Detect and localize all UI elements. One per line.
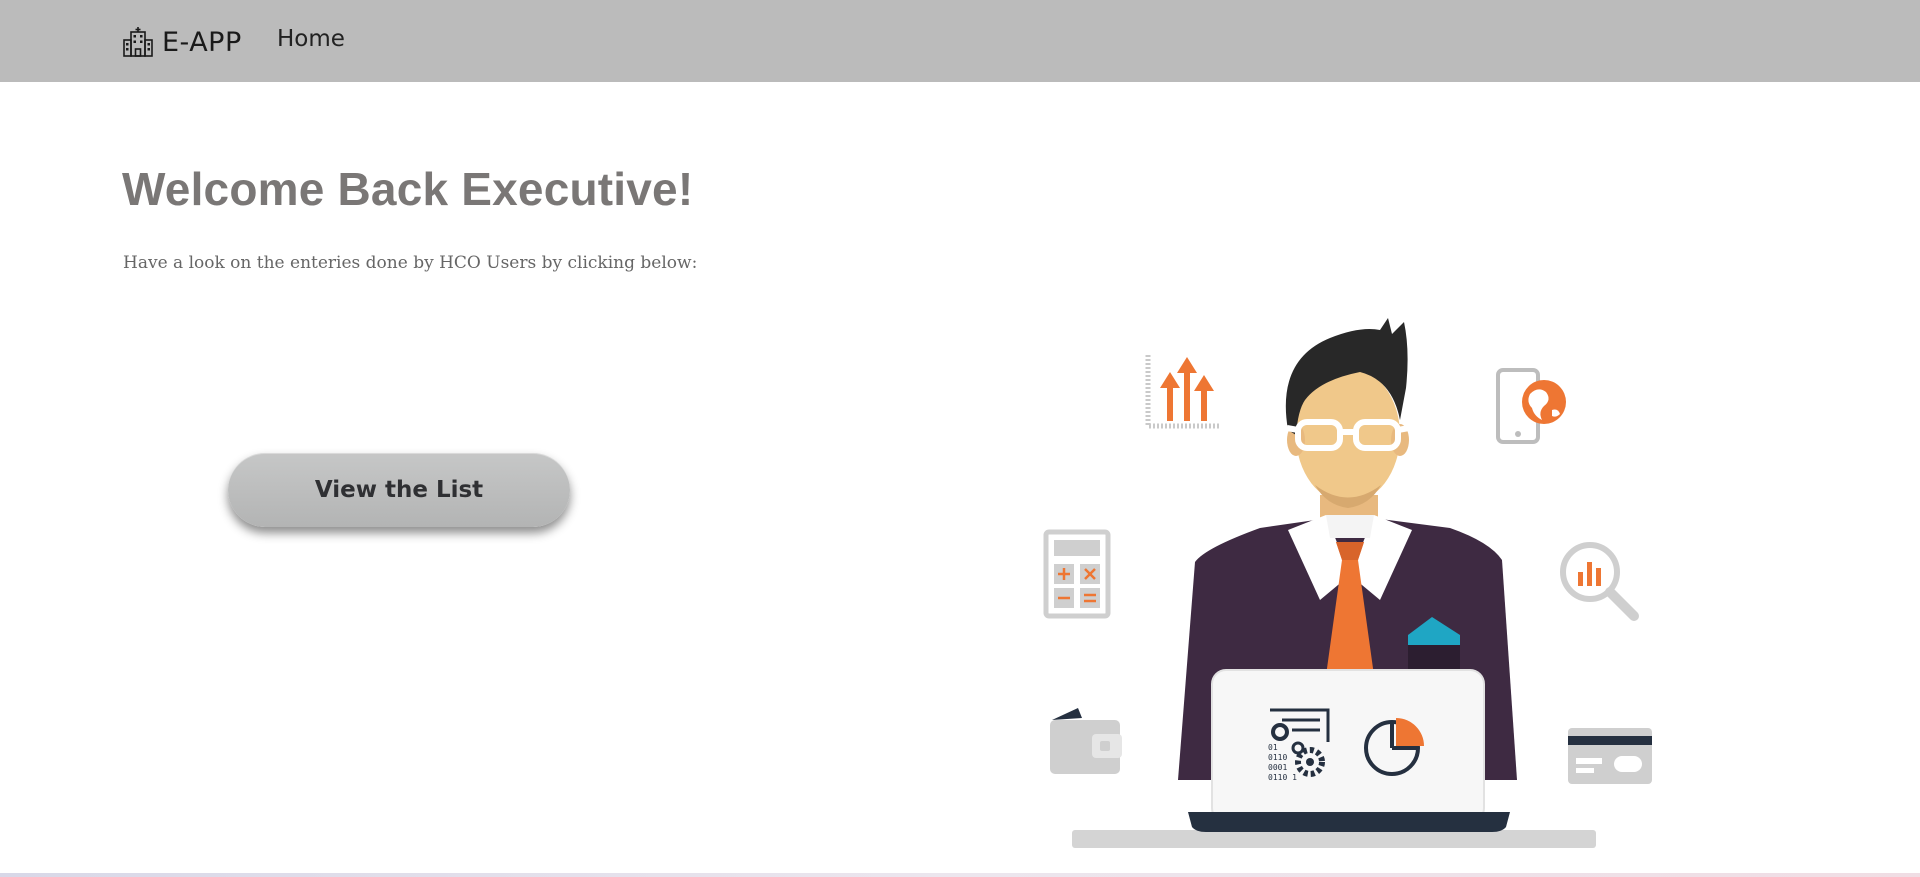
- desk-shadow: [1072, 830, 1596, 848]
- top-navbar: E-APP Home: [0, 0, 1920, 82]
- businessman-laptop-illustration: 01 0110 0001 0110 1: [1043, 318, 1652, 848]
- svg-text:0110: 0110: [1268, 753, 1287, 762]
- wallet-icon: [1050, 708, 1122, 774]
- laptop-screen: [1211, 669, 1485, 823]
- view-list-button[interactable]: View the List: [228, 453, 570, 527]
- bottom-border-strip: [0, 873, 1920, 877]
- brand-text: E-APP: [162, 26, 242, 58]
- credit-card-icon: [1568, 728, 1652, 784]
- nav-link-home[interactable]: Home: [277, 26, 345, 52]
- magnifier-chart-icon: [1560, 542, 1639, 621]
- svg-text:0110 1: 0110 1: [1268, 773, 1297, 782]
- phone-globe-icon: [1496, 368, 1566, 444]
- page-title: Welcome Back Executive!: [122, 163, 694, 215]
- svg-text:0001: 0001: [1268, 763, 1287, 772]
- calculator-icon: [1043, 529, 1111, 619]
- brand-link[interactable]: E-APP: [122, 24, 242, 60]
- page-subtitle: Have a look on the enteries done by HCO …: [123, 253, 698, 273]
- laptop-base: [1188, 812, 1510, 832]
- hospital-building-icon: [123, 27, 153, 57]
- svg-text:01: 01: [1268, 743, 1278, 752]
- growth-chart-icon: [1145, 355, 1221, 429]
